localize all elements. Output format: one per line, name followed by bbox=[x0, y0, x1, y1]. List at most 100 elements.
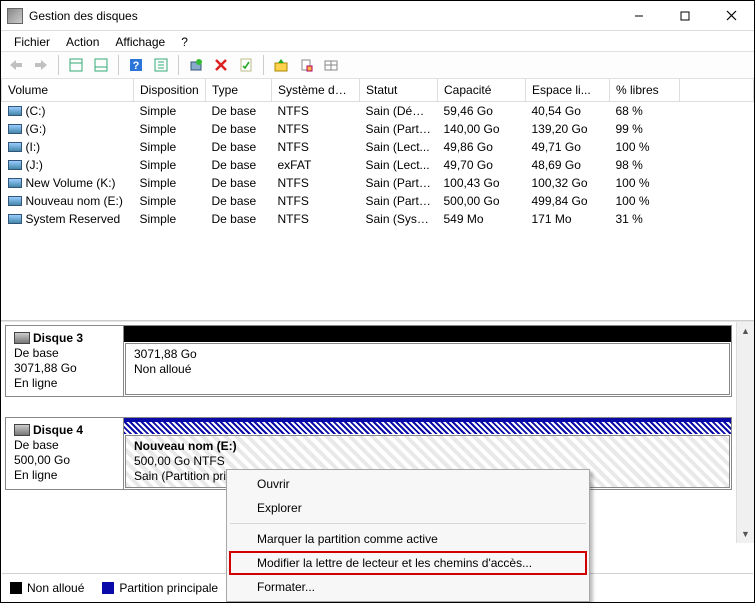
cell-type: De base bbox=[206, 101, 272, 120]
col-spacer bbox=[680, 79, 754, 101]
cell-fs: NTFS bbox=[272, 192, 360, 210]
col-status[interactable]: Statut bbox=[360, 79, 438, 101]
swatch-black-icon bbox=[10, 582, 22, 594]
ctx-open[interactable]: Ouvrir bbox=[229, 472, 587, 496]
table-row[interactable]: (C:)SimpleDe baseNTFSSain (Dém...59,46 G… bbox=[2, 101, 754, 120]
drive-icon bbox=[8, 106, 22, 116]
cell-type: De base bbox=[206, 192, 272, 210]
action2-button[interactable] bbox=[295, 54, 317, 76]
svg-text:?: ? bbox=[133, 60, 140, 72]
col-free[interactable]: Espace li... bbox=[526, 79, 610, 101]
cell-cap: 549 Mo bbox=[438, 210, 526, 228]
action3-button[interactable] bbox=[320, 54, 342, 76]
cell-layout: Simple bbox=[134, 156, 206, 174]
disk4-primary-bar bbox=[124, 418, 731, 434]
menu-view[interactable]: Affichage bbox=[108, 33, 172, 51]
ctx-mark-active[interactable]: Marquer la partition comme active bbox=[229, 527, 587, 551]
delete-button[interactable] bbox=[210, 54, 232, 76]
cell-cap: 49,86 Go bbox=[438, 138, 526, 156]
disk4-type: De base bbox=[14, 438, 59, 452]
drive-icon bbox=[8, 160, 22, 170]
view-bottom-button[interactable] bbox=[90, 54, 112, 76]
view-top-button[interactable] bbox=[65, 54, 87, 76]
table-row[interactable]: (J:)SimpleDe baseexFATSain (Lect...49,70… bbox=[2, 156, 754, 174]
menu-action[interactable]: Action bbox=[59, 33, 106, 51]
disk3-title: Disque 3 bbox=[33, 331, 83, 345]
cell-status: Sain (Parti... bbox=[360, 120, 438, 138]
close-button[interactable] bbox=[708, 1, 754, 30]
col-layout[interactable]: Disposition bbox=[134, 79, 206, 101]
menu-file[interactable]: Fichier bbox=[7, 33, 57, 51]
disk4-part-line2: 500,00 Go NTFS bbox=[134, 454, 225, 468]
disk4-size: 500,00 Go bbox=[14, 453, 70, 467]
cell-status: Sain (Systè... bbox=[360, 210, 438, 228]
col-pctfree[interactable]: % libres bbox=[610, 79, 680, 101]
cell-free: 48,69 Go bbox=[526, 156, 610, 174]
cell-type: De base bbox=[206, 120, 272, 138]
cell-cap: 100,43 Go bbox=[438, 174, 526, 192]
col-fs[interactable]: Système de ... bbox=[272, 79, 360, 101]
cell-status: Sain (Parti... bbox=[360, 174, 438, 192]
table-row[interactable]: Nouveau nom (E:)SimpleDe baseNTFSSain (P… bbox=[2, 192, 754, 210]
cell-free: 499,84 Go bbox=[526, 192, 610, 210]
settings-button[interactable] bbox=[150, 54, 172, 76]
volume-list: Volume Disposition Type Système de ... S… bbox=[1, 79, 754, 321]
col-type[interactable]: Type bbox=[206, 79, 272, 101]
cell-layout: Simple bbox=[134, 101, 206, 120]
menu-help[interactable]: ? bbox=[174, 33, 195, 51]
disk-row-3[interactable]: Disque 3 De base 3071,88 Go En ligne 307… bbox=[5, 325, 732, 397]
properties-button[interactable] bbox=[235, 54, 257, 76]
legend-unallocated: Non alloué bbox=[10, 581, 84, 595]
cell-name: (G:) bbox=[2, 120, 134, 138]
cell-type: De base bbox=[206, 138, 272, 156]
ctx-explore[interactable]: Explorer bbox=[229, 496, 587, 520]
action1-button[interactable] bbox=[270, 54, 292, 76]
drive-icon bbox=[8, 178, 22, 188]
cell-pct: 100 % bbox=[610, 138, 680, 156]
minimize-button[interactable] bbox=[616, 1, 662, 30]
drive-icon bbox=[8, 196, 22, 206]
cell-fs: NTFS bbox=[272, 120, 360, 138]
cell-status: Sain (Lect... bbox=[360, 138, 438, 156]
vertical-scrollbar[interactable]: ▲ ▼ bbox=[736, 322, 754, 543]
window-title: Gestion des disques bbox=[29, 9, 138, 23]
disk-icon bbox=[14, 332, 30, 344]
drive-icon bbox=[8, 142, 22, 152]
cell-name: (I:) bbox=[2, 138, 134, 156]
table-row[interactable]: (G:)SimpleDe baseNTFSSain (Parti...140,0… bbox=[2, 120, 754, 138]
disk3-part-size: 3071,88 Go bbox=[134, 347, 197, 361]
cell-cap: 49,70 Go bbox=[438, 156, 526, 174]
ctx-sep bbox=[230, 523, 586, 524]
cell-layout: Simple bbox=[134, 174, 206, 192]
drive-icon bbox=[8, 214, 22, 224]
cell-type: De base bbox=[206, 210, 272, 228]
legend-primary: Partition principale bbox=[102, 581, 218, 595]
maximize-button[interactable] bbox=[662, 1, 708, 30]
table-row[interactable]: System ReservedSimpleDe baseNTFSSain (Sy… bbox=[2, 210, 754, 228]
refresh-button[interactable] bbox=[185, 54, 207, 76]
scroll-down-icon[interactable]: ▼ bbox=[737, 525, 754, 543]
col-volume[interactable]: Volume bbox=[2, 79, 134, 101]
context-menu: Ouvrir Explorer Marquer la partition com… bbox=[226, 469, 590, 602]
table-row[interactable]: New Volume (K:)SimpleDe baseNTFSSain (Pa… bbox=[2, 174, 754, 192]
col-capacity[interactable]: Capacité bbox=[438, 79, 526, 101]
table-row[interactable]: (I:)SimpleDe baseNTFSSain (Lect...49,86 … bbox=[2, 138, 754, 156]
toolbar: ? bbox=[1, 51, 754, 79]
cell-type: De base bbox=[206, 174, 272, 192]
cell-name: (J:) bbox=[2, 156, 134, 174]
scroll-up-icon[interactable]: ▲ bbox=[737, 322, 754, 340]
forward-button[interactable] bbox=[30, 54, 52, 76]
disk3-partition[interactable]: 3071,88 Go Non alloué bbox=[125, 343, 730, 395]
volume-header-row: Volume Disposition Type Système de ... S… bbox=[2, 79, 754, 101]
disk3-unalloc-bar bbox=[124, 326, 731, 342]
disk3-size: 3071,88 Go bbox=[14, 361, 77, 375]
menubar: Fichier Action Affichage ? bbox=[1, 31, 754, 51]
cell-free: 40,54 Go bbox=[526, 101, 610, 120]
cell-layout: Simple bbox=[134, 210, 206, 228]
ctx-format[interactable]: Formater... bbox=[229, 575, 587, 599]
titlebar: Gestion des disques bbox=[1, 1, 754, 31]
ctx-change-drive-letter[interactable]: Modifier la lettre de lecteur et les che… bbox=[229, 551, 587, 575]
back-button[interactable] bbox=[5, 54, 27, 76]
drive-icon bbox=[8, 124, 22, 134]
help-button[interactable]: ? bbox=[125, 54, 147, 76]
